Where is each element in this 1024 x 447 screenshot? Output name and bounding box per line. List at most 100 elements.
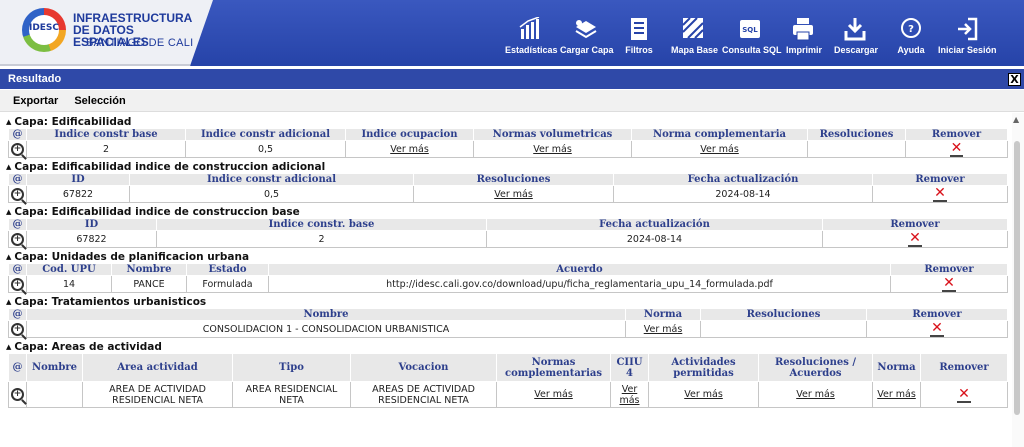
table-row: + CONSOLIDACION 1 - CONSOLIDACION URBANI…: [8, 320, 1008, 338]
login-icon: [958, 17, 978, 41]
remove-icon[interactable]: ✕: [933, 186, 947, 202]
zoom-cell[interactable]: +: [8, 185, 27, 203]
table-row: + 2 0,5 Ver más Ver más Ver más ✕: [8, 140, 1008, 158]
remove-icon[interactable]: ✕: [930, 321, 944, 337]
capa-table: @ Indice constr base Indice constr adici…: [8, 128, 1008, 158]
remove-icon[interactable]: ✕: [942, 276, 956, 292]
col-header: Nombre: [26, 308, 626, 321]
ver-mas-link[interactable]: Ver más: [413, 185, 614, 203]
zoom-cell[interactable]: +: [8, 230, 27, 248]
col-header: Area actividad: [82, 353, 233, 382]
zoom-in-icon[interactable]: +: [11, 142, 24, 156]
ver-mas-link[interactable]: Ver más: [625, 320, 701, 338]
capa-table: @ Nombre Area actividad Tipo Vocacion No…: [8, 353, 1008, 408]
remove-cell[interactable]: ✕: [905, 140, 1008, 158]
svg-text:SQL: SQL: [742, 26, 758, 34]
capa-title[interactable]: Capa: Edificabilidad indice de construcc…: [0, 206, 1010, 218]
ver-mas-link[interactable]: Ver más: [473, 140, 632, 158]
result-menu: Exportar Selección: [0, 90, 1024, 112]
logo-badge: IDESC: [28, 23, 60, 33]
col-header: Fecha actualización: [486, 218, 823, 231]
toolbar-mapa-base[interactable]: Mapa Base: [671, 14, 718, 62]
col-header: CIIU 4: [610, 353, 649, 382]
capa-table: @ Nombre Norma Resoluciones Remover + CO…: [8, 308, 1008, 338]
table-row: + AREA DE ACTIVIDAD RESIDENCIAL NETA ARE…: [8, 381, 1008, 408]
zoom-cell[interactable]: +: [8, 275, 27, 293]
col-header: Remover: [920, 353, 1008, 382]
toolbar-cargar-capa[interactable]: Cargar Capa: [560, 14, 614, 62]
toolbar-imprimir[interactable]: Imprimir: [786, 14, 822, 62]
ver-mas-link[interactable]: Ver más: [648, 381, 759, 408]
basemap-icon: [682, 17, 704, 39]
col-header: Indice constr. base: [156, 218, 487, 231]
scroll-up-icon[interactable]: ▲: [1013, 115, 1019, 124]
col-header: Remover: [822, 218, 1008, 231]
filter-icon: [631, 18, 647, 40]
capa-title[interactable]: Capa: Unidades de planificacion urbana: [0, 251, 1010, 263]
result-content: Capa: Edificabilidad @ Indice constr bas…: [0, 113, 1010, 447]
remove-cell[interactable]: ✕: [920, 381, 1008, 408]
capa-title[interactable]: Capa: Edificabilidad: [0, 116, 1010, 128]
toolbar-estadisticas[interactable]: Estadísticas: [505, 14, 558, 62]
scrollbar-thumb[interactable]: [1014, 141, 1020, 415]
col-header: Indice constr adicional: [129, 173, 414, 186]
table-row: + 67822 0,5 Ver más 2024-08-14 ✕: [8, 185, 1008, 203]
col-header: Resoluciones: [413, 173, 614, 186]
zoom-cell[interactable]: +: [8, 381, 27, 408]
col-header: Resoluciones: [807, 128, 906, 141]
capa-title[interactable]: Capa: Areas de actividad: [0, 341, 1010, 353]
remove-cell[interactable]: ✕: [822, 230, 1008, 248]
col-header: Remover: [890, 263, 1008, 276]
zoom-in-icon[interactable]: +: [11, 232, 24, 246]
zoom-in-icon[interactable]: +: [11, 277, 24, 291]
capa-table: @ Cod. UPU Nombre Estado Acuerdo Remover…: [8, 263, 1008, 293]
layers-icon: [575, 20, 597, 39]
svg-text:?: ?: [908, 24, 914, 35]
ver-mas-link[interactable]: Ver más: [345, 140, 474, 158]
ver-mas-link[interactable]: Ver más: [631, 140, 808, 158]
logo[interactable]: IDESC INFRAESTRUCTURA DE DATOS ESPACIALE…: [0, 0, 213, 66]
ver-mas-link[interactable]: Ver más: [872, 381, 921, 408]
col-header: ID: [26, 218, 157, 231]
remove-cell[interactable]: ✕: [872, 185, 1008, 203]
remove-icon[interactable]: ✕: [908, 231, 922, 247]
result-title-bar: Resultado: [0, 69, 1024, 89]
col-header: ID: [26, 173, 130, 186]
help-icon: ?: [901, 18, 921, 38]
toolbar-ayuda[interactable]: ? Ayuda: [896, 14, 926, 62]
col-header: Tipo: [232, 353, 351, 382]
zoom-cell[interactable]: +: [8, 320, 27, 338]
ver-mas-link[interactable]: Ver más: [610, 381, 649, 408]
table-row: + 67822 2 2024-08-14 ✕: [8, 230, 1008, 248]
toolbar-consulta-sql[interactable]: SQL Consulta SQL: [722, 14, 782, 62]
logo-line-3: SANTIAGO DE CALI: [86, 37, 194, 49]
remove-icon[interactable]: ✕: [957, 387, 971, 403]
zoom-in-icon[interactable]: +: [11, 388, 24, 401]
menu-seleccion[interactable]: Selección: [74, 95, 125, 107]
capa-title[interactable]: Capa: Edificabilidad indice de construcc…: [0, 161, 1010, 173]
menu-exportar[interactable]: Exportar: [13, 95, 58, 107]
capa-table: @ ID Indice constr. base Fecha actualiza…: [8, 218, 1008, 248]
col-header: Nombre: [111, 263, 187, 276]
col-header: Normas complementarias: [496, 353, 611, 382]
download-icon: [844, 18, 866, 41]
remove-cell[interactable]: ✕: [866, 320, 1008, 338]
remove-icon[interactable]: ✕: [949, 141, 964, 157]
col-zoom: @: [8, 128, 27, 141]
col-zoom: @: [8, 218, 27, 231]
toolbar-descargar[interactable]: Descargar: [834, 14, 878, 62]
close-button[interactable]: X: [1008, 73, 1021, 86]
toolbar-filtros[interactable]: Filtros: [624, 14, 654, 62]
zoom-in-icon[interactable]: +: [11, 187, 24, 201]
zoom-cell[interactable]: +: [8, 140, 27, 158]
col-zoom: @: [8, 173, 27, 186]
ver-mas-link[interactable]: Ver más: [758, 381, 873, 408]
col-header: Normas volumetricas: [473, 128, 632, 141]
remove-cell[interactable]: ✕: [890, 275, 1008, 293]
toolbar-iniciar-sesion[interactable]: Iniciar Sesión: [938, 14, 997, 62]
capa-title[interactable]: Capa: Tratamientos urbanisticos: [0, 296, 1010, 308]
acuerdo-link[interactable]: http://idesc.cali.gov.co/download/upu/fi…: [268, 275, 891, 293]
zoom-in-icon[interactable]: +: [11, 322, 24, 336]
ver-mas-link[interactable]: Ver más: [496, 381, 611, 408]
col-header: Fecha actualización: [613, 173, 873, 186]
